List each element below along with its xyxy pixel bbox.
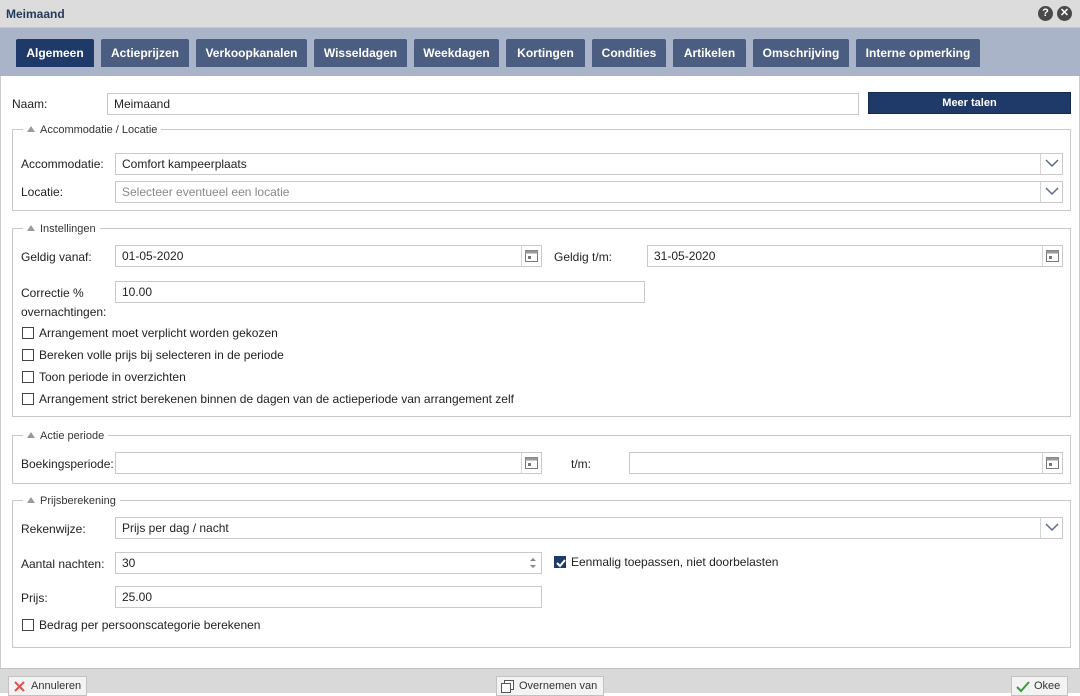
- calendar-icon[interactable]: [521, 246, 541, 266]
- window-title: Meimaand: [6, 7, 65, 21]
- collapse-triangle-icon: [27, 126, 35, 132]
- chevron-down-icon[interactable]: [1040, 154, 1062, 174]
- nights-stepper[interactable]: 30: [115, 552, 542, 574]
- cancel-button[interactable]: Annuleren: [8, 676, 87, 696]
- checkmark-icon: [1016, 681, 1030, 693]
- checkbox-full-price-label: Bereken volle prijs bij selecteren in de…: [39, 348, 284, 362]
- pricing-section-legend[interactable]: Prijsberekening: [23, 494, 120, 508]
- tab-kortingen[interactable]: Kortingen: [506, 39, 585, 67]
- correction-label: Correctie %: [21, 286, 84, 300]
- action-period-section-legend[interactable]: Actie periode: [23, 429, 109, 443]
- nights-value: 30: [122, 556, 136, 570]
- checkbox-show-period-label: Toon periode in overzichten: [39, 370, 186, 384]
- accommodation-value: Comfort kampeerplaats: [122, 157, 247, 171]
- checkmark-icon: [556, 559, 566, 568]
- dialog-footer: Annuleren Overnemen van Okee: [0, 668, 1080, 696]
- tab-wisseldagen[interactable]: Wisseldagen: [314, 39, 407, 67]
- copy-from-button[interactable]: Overnemen van: [496, 676, 604, 696]
- name-label: Naam:: [12, 97, 48, 111]
- booking-period-label: Boekingsperiode:: [21, 457, 114, 471]
- valid-until-input[interactable]: 31-05-2020: [647, 245, 1063, 267]
- calendar-icon[interactable]: [521, 453, 541, 473]
- chevron-down-icon[interactable]: [1040, 182, 1062, 202]
- valid-from-input[interactable]: 01-05-2020: [115, 245, 542, 267]
- checkbox-mandatory-arrangement-label: Arrangement moet verplicht worden gekoze…: [39, 326, 278, 340]
- booking-period-input[interactable]: [115, 452, 542, 474]
- action-period-section: Actie periode Boekingsperiode: t/m:: [12, 429, 1071, 484]
- tab-artikelen[interactable]: Artikelen: [673, 39, 746, 67]
- price-label: Prijs:: [21, 591, 48, 605]
- accommodation-label: Accommodatie:: [21, 157, 104, 171]
- settings-section-legend[interactable]: Instellingen: [23, 222, 100, 236]
- location-label: Locatie:: [21, 185, 64, 199]
- more-languages-button[interactable]: Meer talen: [868, 92, 1071, 114]
- help-icon[interactable]: ?: [1038, 6, 1053, 21]
- method-label: Rekenwijze:: [21, 522, 86, 536]
- tab-weekdagen[interactable]: Weekdagen: [414, 39, 499, 67]
- name-input[interactable]: Meimaand: [107, 93, 859, 115]
- pricing-section: Prijsberekening Rekenwijze: Prijs per da…: [12, 494, 1071, 648]
- nights-label: Aantal nachten:: [21, 557, 105, 571]
- price-input[interactable]: 25.00: [115, 586, 542, 608]
- checkbox-apply-once[interactable]: [554, 556, 566, 568]
- location-select[interactable]: Selecteer eventueel een locatie: [115, 181, 1063, 203]
- tab-condities[interactable]: Condities: [592, 39, 666, 67]
- valid-from-label: Geldig vanaf:: [21, 250, 92, 264]
- correction-label-line2: overnachtingen:: [21, 305, 107, 319]
- calendar-icon[interactable]: [1042, 453, 1062, 473]
- tab-algemeen[interactable]: Algemeen: [16, 39, 94, 67]
- tab-actieprijzen[interactable]: Actieprijzen: [101, 39, 189, 67]
- ok-button-label: Okee: [1034, 680, 1061, 692]
- checkbox-mandatory-arrangement[interactable]: [22, 327, 34, 339]
- booking-until-input[interactable]: [629, 452, 1063, 474]
- tab-interne-opmerking[interactable]: Interne opmerking: [856, 39, 980, 67]
- chevron-down-icon[interactable]: [1040, 518, 1062, 538]
- valid-until-label: Geldig t/m:: [554, 250, 613, 264]
- correction-input[interactable]: 10.00: [115, 281, 645, 303]
- checkbox-apply-once-label: Eenmalig toepassen, niet doorbelasten: [571, 555, 779, 569]
- collapse-triangle-icon: [27, 225, 35, 231]
- collapse-triangle-icon: [27, 497, 35, 503]
- valid-from-value: 01-05-2020: [122, 249, 184, 263]
- accommodation-section: Accommodatie / Locatie Accommodatie: Com…: [12, 123, 1071, 211]
- checkbox-strict-calculation-label: Arrangement strict berekenen binnen de d…: [39, 392, 514, 406]
- checkbox-per-person[interactable]: [22, 619, 34, 631]
- checkbox-full-price[interactable]: [22, 349, 34, 361]
- ok-button[interactable]: Okee: [1011, 676, 1068, 696]
- valid-until-value: 31-05-2020: [654, 249, 716, 263]
- tab-verkoopkanalen[interactable]: Verkoopkanalen: [196, 39, 307, 67]
- method-value: Prijs per dag / nacht: [122, 521, 229, 535]
- settings-section: Instellingen Geldig vanaf: 01-05-2020 Ge…: [12, 222, 1071, 417]
- tab-bar: Algemeen Actieprijzen Verkoopkanalen Wis…: [0, 28, 1080, 76]
- copy-icon: [501, 680, 514, 693]
- calendar-icon[interactable]: [1042, 246, 1062, 266]
- accommodation-section-legend[interactable]: Accommodatie / Locatie: [23, 123, 162, 137]
- tab-omschrijving[interactable]: Omschrijving: [753, 39, 849, 67]
- method-select[interactable]: Prijs per dag / nacht: [115, 517, 1063, 539]
- copy-from-button-label: Overnemen van: [519, 680, 598, 692]
- accommodation-select[interactable]: Comfort kampeerplaats: [115, 153, 1063, 175]
- collapse-triangle-icon: [27, 432, 35, 438]
- window-titlebar: Meimaand ? ✕: [0, 0, 1080, 28]
- booking-until-label: t/m:: [571, 457, 591, 471]
- checkbox-per-person-label: Bedrag per persoonscategorie berekenen: [39, 618, 261, 632]
- close-icon[interactable]: ✕: [1057, 6, 1072, 21]
- cancel-button-label: Annuleren: [31, 680, 82, 692]
- cancel-icon: [14, 681, 25, 692]
- location-placeholder: Selecteer eventueel een locatie: [122, 185, 290, 199]
- tab-content-algemeen: Naam: Meimaand Meer talen Accommodatie /…: [0, 76, 1080, 668]
- checkbox-strict-calculation[interactable]: [22, 393, 34, 405]
- checkbox-show-period[interactable]: [22, 371, 34, 383]
- stepper-arrows-icon[interactable]: [528, 555, 538, 571]
